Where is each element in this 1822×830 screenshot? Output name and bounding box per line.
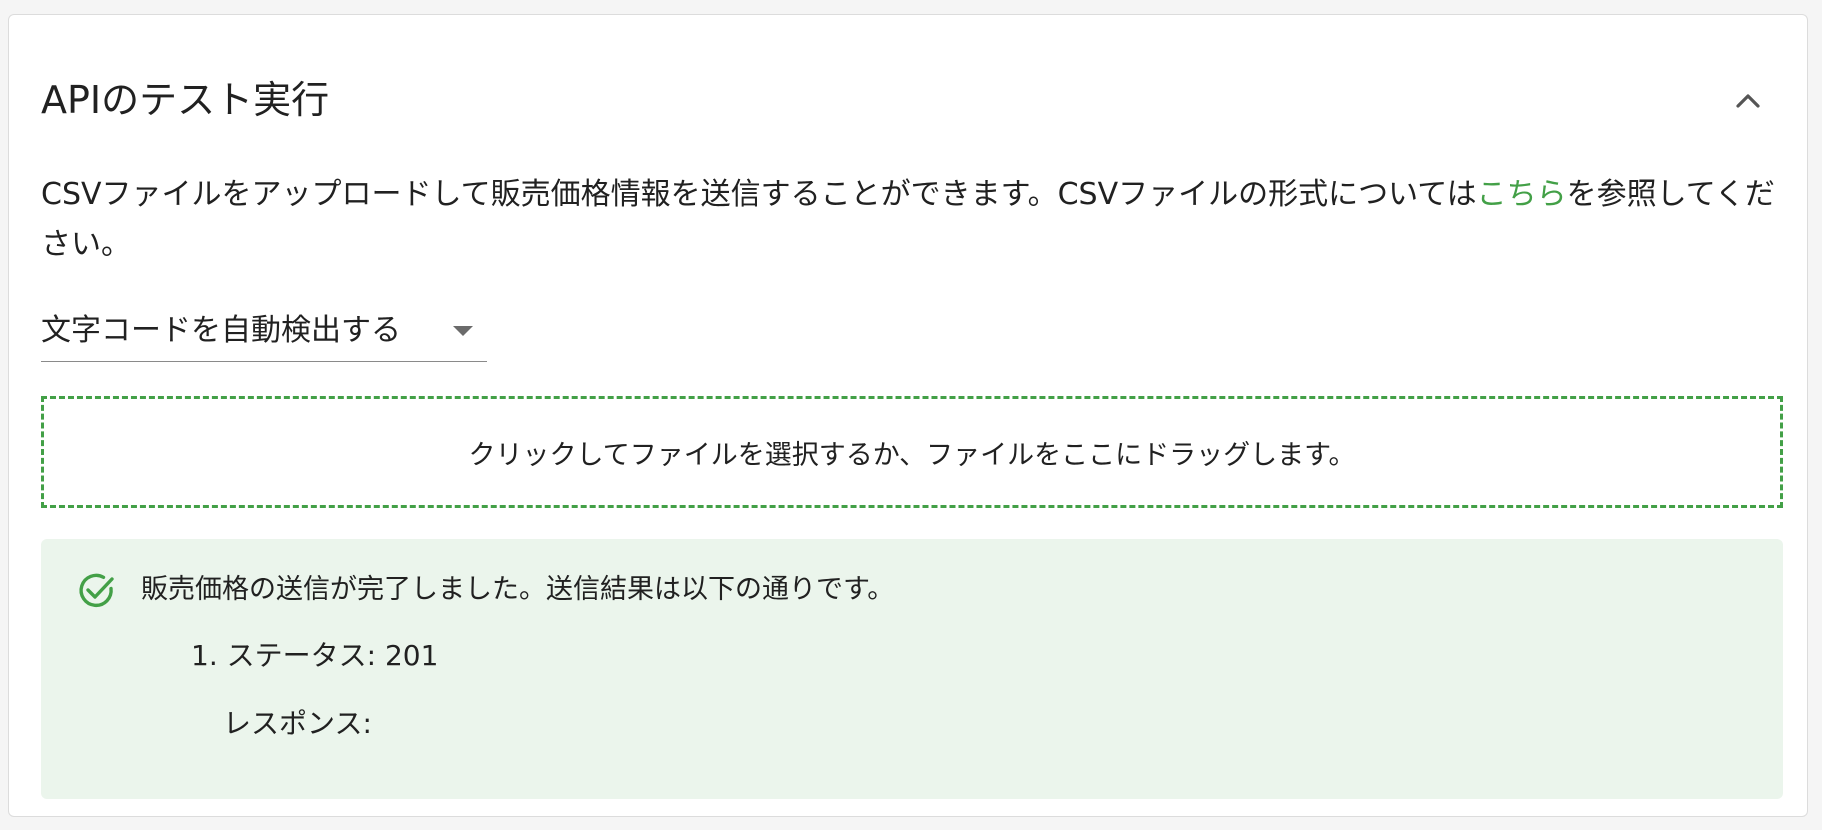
description-text: CSVファイルをアップロードして販売価格情報を送信することができます。CSVファ… <box>41 177 1477 212</box>
card-header: APIのテスト実行 <box>41 65 1775 135</box>
encoding-select[interactable]: 文字コードを自動検出する <box>41 306 487 362</box>
list-item: 1. ステータス: 201 <box>191 633 438 679</box>
format-link[interactable]: こちら <box>1477 177 1567 212</box>
file-dropzone[interactable]: クリックしてファイルを選択するか、ファイルをここにドラッグします。 <box>41 396 1783 508</box>
status-value: 201 <box>384 639 439 672</box>
description: CSVファイルをアップロードして販売価格情報を送信することができます。CSVファ… <box>41 170 1781 270</box>
response-label: レスポンス: <box>223 707 372 740</box>
result-message: 販売価格の送信が完了しました。送信結果は以下の通りです。 <box>141 574 895 605</box>
api-test-card: APIのテスト実行 CSVファイルをアップロードして販売価格情報を送信することが… <box>8 14 1808 817</box>
page-title: APIのテスト実行 <box>41 78 330 122</box>
status-label: ステータス: <box>226 639 377 672</box>
check-circle-icon <box>79 573 114 608</box>
encoding-selected-value: 文字コードを自動検出する <box>41 313 401 348</box>
caret-down-icon <box>453 326 473 336</box>
list-item-number: 1. <box>191 639 218 672</box>
result-alert: 販売価格の送信が完了しました。送信結果は以下の通りです。 1. ステータス: 2… <box>41 539 1783 799</box>
response-line: レスポンス: <box>223 701 372 747</box>
collapse-button[interactable] <box>1721 73 1775 127</box>
dropzone-text: クリックしてファイルを選択するか、ファイルをここにドラッグします。 <box>468 439 1356 471</box>
chevron-up-icon <box>1736 94 1760 108</box>
result-list: 1. ステータス: 201 レスポンス: <box>191 633 438 740</box>
